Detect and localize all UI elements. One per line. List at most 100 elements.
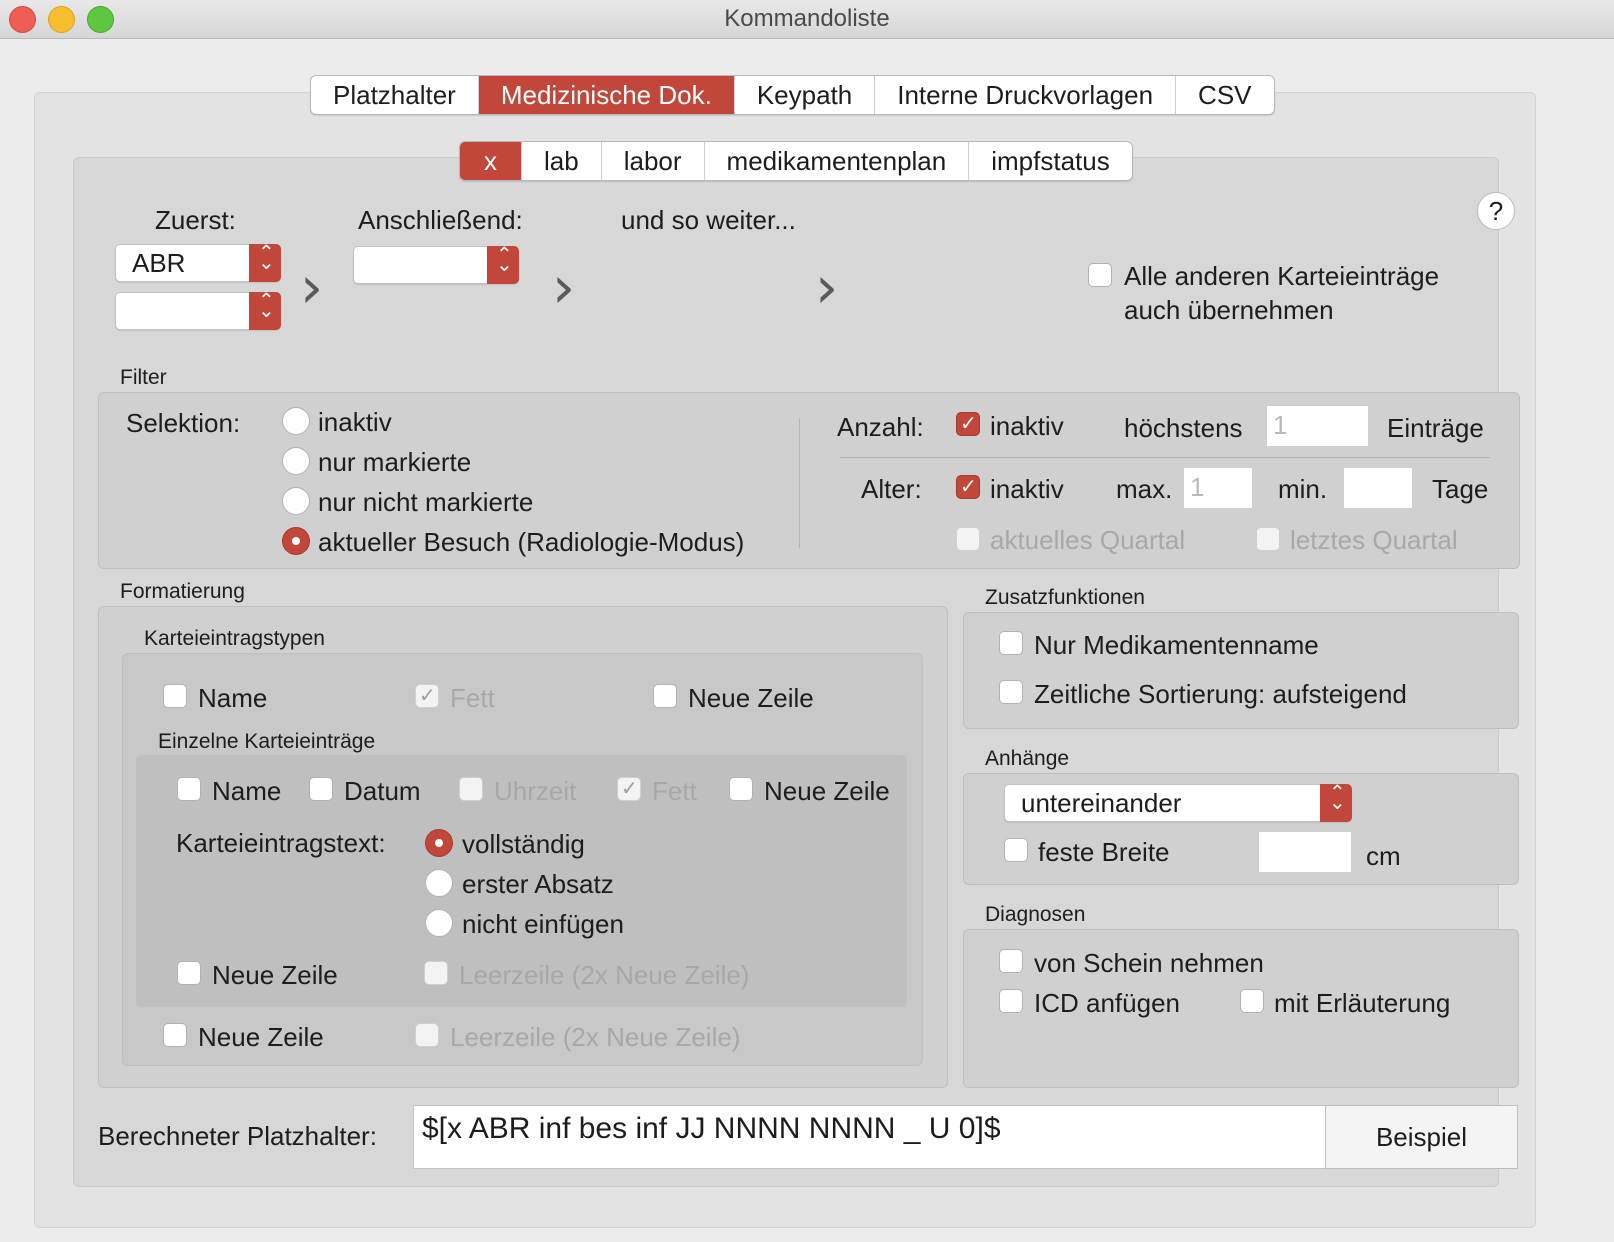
current-quarter-checkbox[interactable] — [956, 527, 980, 551]
tab-keypath[interactable]: Keypath — [735, 76, 876, 114]
age-inactive-label: inaktiv — [990, 474, 1064, 504]
chevron-right-icon: › — [815, 253, 839, 321]
last-quarter-label: letztes Quartal — [1290, 525, 1458, 555]
single-blank-line-checkbox[interactable] — [424, 961, 448, 985]
selection-current-visit-label: aktueller Besuch (Radiologie-Modus) — [318, 527, 745, 557]
subtab-labor[interactable]: labor — [602, 142, 705, 180]
types-blank-line-label: Leerzeile (2x Neue Zeile) — [450, 1022, 741, 1052]
single-name-label: Name — [212, 776, 282, 806]
popup-arrows-icon — [1320, 780, 1352, 822]
text-full-label: vollständig — [462, 829, 585, 859]
text-first-paragraph-label: erster Absatz — [462, 869, 614, 899]
formatting-title: Formatierung — [120, 580, 245, 603]
single-time-checkbox[interactable] — [459, 777, 483, 801]
diagnoses-title: Diagnosen — [985, 903, 1086, 926]
single-name-checkbox[interactable] — [177, 777, 201, 801]
first-second-popup[interactable] — [115, 288, 281, 330]
example-button[interactable]: Beispiel — [1325, 1105, 1518, 1169]
width-unit-label: cm — [1366, 841, 1401, 871]
count-inactive-label: inaktiv — [990, 411, 1064, 441]
tab-interne-druckvorlagen[interactable]: Interne Druckvorlagen — [875, 76, 1177, 114]
single-time-label: Uhrzeit — [494, 776, 577, 806]
age-label: Alter: — [861, 474, 922, 504]
single-bottom-new-line-checkbox[interactable] — [177, 961, 201, 985]
first-popup[interactable]: ABR — [115, 240, 281, 282]
selection-inactive-radio[interactable] — [282, 407, 310, 435]
attachments-mode-popup[interactable]: untereinander — [1004, 780, 1352, 822]
entry-text-label: Karteieintragstext: — [176, 828, 386, 858]
single-bottom-new-line-label: Neue Zeile — [212, 960, 338, 990]
entry-types-title: Karteieintragstypen — [144, 627, 325, 650]
selection-current-visit-radio[interactable] — [282, 527, 310, 555]
tab-platzhalter[interactable]: Platzhalter — [311, 76, 479, 114]
more-label: und so weiter... — [621, 205, 796, 235]
computed-placeholder-field[interactable]: $[x ABR inf bes inf JJ NNNN NNNN _ U 0]$ — [413, 1105, 1326, 1169]
from-schein-checkbox[interactable] — [999, 949, 1023, 973]
types-bottom-new-line-label: Neue Zeile — [198, 1022, 324, 1052]
with-explanation-checkbox[interactable] — [1240, 989, 1264, 1013]
single-new-line-checkbox[interactable] — [729, 777, 753, 801]
fixed-width-checkbox[interactable] — [1004, 838, 1028, 862]
types-blank-line-checkbox[interactable] — [415, 1023, 439, 1047]
age-inactive-checkbox[interactable] — [956, 474, 980, 499]
med-name-checkbox[interactable] — [999, 631, 1023, 655]
tab-csv[interactable]: CSV — [1176, 76, 1273, 114]
single-bold-checkbox[interactable] — [617, 776, 641, 801]
first-popup-value: ABR — [132, 248, 186, 278]
with-explanation-label: mit Erläuterung — [1274, 988, 1451, 1018]
single-entries-title: Einzelne Karteieinträge — [158, 730, 376, 753]
popup-arrows-icon — [249, 288, 281, 330]
all-others-checkbox[interactable] — [1088, 263, 1112, 287]
filter-divider — [799, 418, 800, 548]
single-bold-label: Fett — [652, 776, 697, 806]
at-most-label: höchstens — [1124, 413, 1243, 443]
types-name-checkbox[interactable] — [163, 684, 187, 708]
last-quarter-checkbox[interactable] — [1256, 527, 1280, 551]
text-full-radio[interactable] — [425, 829, 453, 857]
subtab-impfstatus[interactable]: impfstatus — [969, 142, 1132, 180]
add-icd-label: ICD anfügen — [1034, 988, 1180, 1018]
main-tabs: Platzhalter Medizinische Dok. Keypath In… — [310, 75, 1275, 115]
count-label: Anzahl: — [837, 412, 924, 442]
next-popup[interactable] — [353, 242, 519, 284]
subtab-x[interactable]: x — [460, 142, 522, 180]
types-new-line-checkbox[interactable] — [653, 684, 677, 708]
text-first-paragraph-radio[interactable] — [425, 869, 453, 897]
selection-unmarked-label: nur nicht markierte — [318, 487, 534, 517]
sort-checkbox[interactable] — [999, 680, 1023, 704]
types-bold-label: Fett — [450, 683, 495, 713]
subtab-lab[interactable]: lab — [522, 142, 602, 180]
subtab-medikamentenplan[interactable]: medikamentenplan — [705, 142, 970, 180]
types-bold-checkbox[interactable] — [415, 683, 439, 708]
selection-marked-label: nur markierte — [318, 447, 472, 477]
text-none-label: nicht einfügen — [462, 909, 624, 939]
types-bottom-new-line-checkbox[interactable] — [163, 1023, 187, 1047]
count-input[interactable]: 1 — [1266, 405, 1369, 447]
add-icd-checkbox[interactable] — [999, 989, 1023, 1013]
text-none-radio[interactable] — [425, 909, 453, 937]
single-date-checkbox[interactable] — [309, 777, 333, 801]
min-input[interactable] — [1343, 467, 1413, 509]
attachments-title: Anhänge — [985, 747, 1070, 770]
entries-label: Einträge — [1387, 413, 1484, 443]
extras-title: Zusatzfunktionen — [985, 586, 1145, 609]
med-name-label: Nur Medikamentenname — [1034, 630, 1319, 660]
help-button[interactable]: ? — [1477, 192, 1515, 230]
fixed-width-input[interactable] — [1258, 831, 1352, 873]
count-inactive-checkbox[interactable] — [956, 411, 980, 436]
min-label: min. — [1278, 474, 1328, 504]
window-title: Kommandoliste — [724, 5, 890, 32]
selection-unmarked-radio[interactable] — [282, 487, 310, 515]
max-input[interactable]: 1 — [1183, 467, 1253, 509]
next-label: Anschließend: — [358, 205, 523, 235]
max-label: max. — [1116, 474, 1173, 504]
popup-arrows-icon — [487, 242, 519, 284]
sub-tabs: x lab labor medikamentenplan impfstatus — [459, 141, 1133, 181]
single-blank-line-label: Leerzeile (2x Neue Zeile) — [459, 960, 750, 990]
chevron-right-icon: › — [552, 253, 576, 321]
days-label: Tage — [1432, 474, 1489, 504]
fixed-width-label: feste Breite — [1038, 837, 1170, 867]
selection-marked-radio[interactable] — [282, 447, 310, 475]
all-others-label-1: Alle anderen Karteieinträge — [1124, 261, 1440, 291]
tab-medizinische-dok[interactable]: Medizinische Dok. — [478, 76, 735, 114]
